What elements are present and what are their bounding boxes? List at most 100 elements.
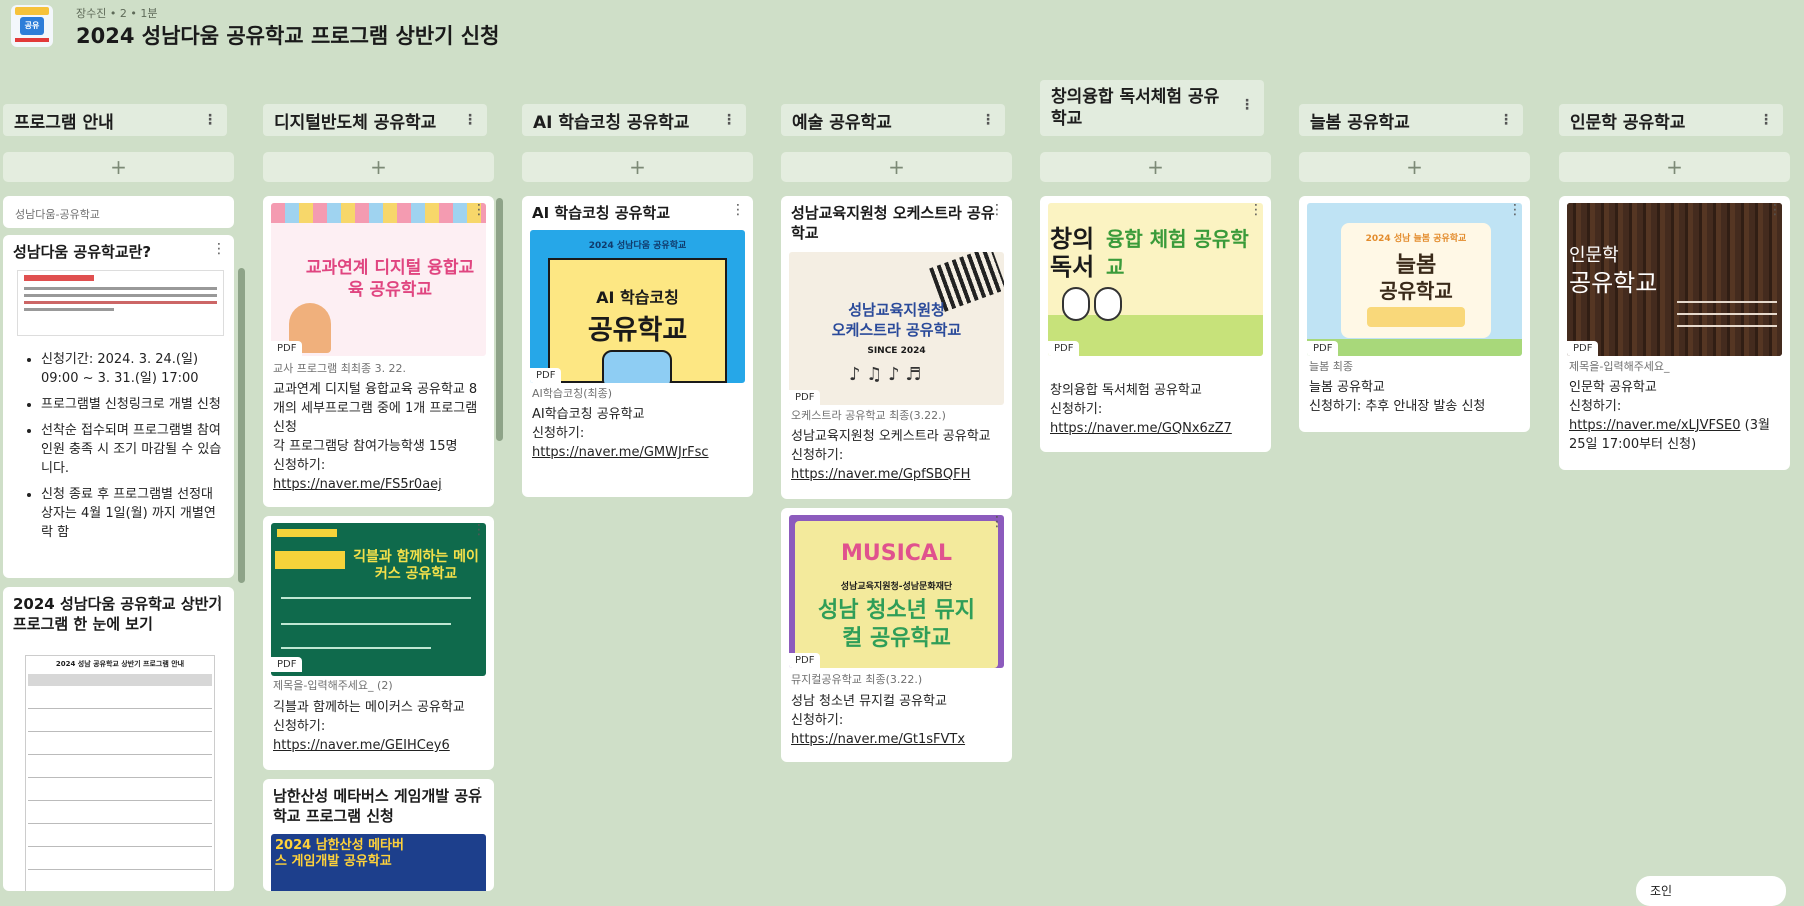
apply-link[interactable]: https://naver.me/FS5r0aej <box>273 475 484 494</box>
pdf-badge: PDF <box>1307 341 1339 356</box>
column-header[interactable]: 늘봄 공유학교 ⋮ <box>1299 104 1523 136</box>
more-icon[interactable]: ⋮ <box>212 241 226 257</box>
more-icon[interactable]: ⋮ <box>1240 94 1254 116</box>
add-post-button[interactable]: + <box>1040 152 1271 182</box>
list-item: 선착순 접수되며 프로그램별 참여 인원 충족 시 조기 마감될 수 있습니다. <box>41 421 224 478</box>
column-title: 디지털반도체 공유학교 <box>274 112 437 133</box>
list-item: 프로그램별 신청링크로 개별 신청 <box>41 395 224 414</box>
add-post-button[interactable]: + <box>522 152 753 182</box>
card-thumbnail: 긱블과 함께하는 메이커스 공유학교 PDF <box>271 523 486 676</box>
column-title: 창의융합 독서체험 공유학교 <box>1051 87 1220 129</box>
card-subtitle: 뮤지컬공유학교 최종(3.22.) <box>791 673 923 686</box>
card-title: 2024 성남다움 공유학교 상반기 프로그램 한 눈에 보기 <box>13 595 223 633</box>
add-post-button[interactable]: + <box>3 152 234 182</box>
schedule-table-thumbnail: 2024 성남 공유학교 상반기 프로그램 안내 <box>25 655 215 891</box>
column-title: AI 학습코칭 공유학교 <box>533 112 690 133</box>
card-thumbnail: 인문학 공유학교 PDF <box>1567 203 1782 356</box>
card-thumbnail: 2024 남한산성 메타버스 게임개발 공유학교 <box>271 834 486 891</box>
post-card[interactable]: ⋮ 성남다움 공유학교란? 신청기간: 2024. 3. 24.(일) 09:0… <box>3 235 234 578</box>
board-header: 공유 장수진 • 2 • 1분 2024 성남다움 공유학교 프로그램 상반기 … <box>0 0 1804 60</box>
pdf-badge: PDF <box>271 657 303 672</box>
column-header[interactable]: 인문학 공유학교 ⋮ <box>1559 104 1783 136</box>
card-subtitle: AI학습코칭(최종) <box>532 387 613 400</box>
apply-link[interactable]: https://naver.me/xLJVFSE0 <box>1569 418 1740 433</box>
table-title: 2024 성남 공유학교 상반기 프로그램 안내 <box>55 660 185 668</box>
post-card[interactable]: ⋮ 2024 성남 늘봄 공유학교 늘봄 공유학교 PDF 늘봄 최종 늘봄 공… <box>1299 196 1530 432</box>
column-header[interactable]: 예술 공유학교 ⋮ <box>781 104 1005 136</box>
card-subtitle: 교사 프로그램 최최종 3. 22. <box>273 362 407 375</box>
more-icon[interactable]: ⋮ <box>990 202 1004 218</box>
post-card[interactable]: ⋮ 인문학 공유학교 PDF 제목을-입력해주세요_ 인문학 공유학교 신청하기… <box>1559 196 1790 470</box>
apply-link[interactable]: https://naver.me/GQNx6zZ7 <box>1050 419 1261 438</box>
more-icon[interactable]: ⋮ <box>212 593 226 609</box>
pdf-badge: PDF <box>789 390 821 405</box>
post-card[interactable]: ⋮ 긱블과 함께하는 메이커스 공유학교 PDF 제목을-입력해주세요_ (2)… <box>263 516 494 770</box>
apply-link[interactable]: https://naver.me/GpfSBQFH <box>791 465 1002 484</box>
floating-chip[interactable]: 조인 <box>1636 876 1786 906</box>
more-icon[interactable]: ⋮ <box>1499 112 1513 128</box>
column-title: 프로그램 안내 <box>14 112 114 133</box>
column-title: 늘봄 공유학교 <box>1310 112 1410 133</box>
pdf-badge: PDF <box>1567 341 1599 356</box>
column-header[interactable]: 창의융합 독서체험 공유학교 ⋮ <box>1040 80 1264 136</box>
card-title: 성남다움 공유학교란? <box>13 243 152 261</box>
more-icon[interactable]: ⋮ <box>990 514 1004 530</box>
list-item: 신청 종료 후 프로그램별 선정대상자는 4월 1일(월) 까지 개별연락 함 <box>41 485 224 542</box>
more-icon[interactable]: ⋮ <box>981 112 995 128</box>
card-thumbnail: 교과연계 디지털 융합교육 공유학교 PDF <box>271 203 486 356</box>
card-thumbnail: 2024 성남다움 공유학교 AI 학습코칭 공유학교 PDF <box>530 230 745 383</box>
card-title: AI 학습코칭 공유학교 <box>532 204 671 222</box>
more-icon[interactable]: ⋮ <box>1249 202 1263 218</box>
add-post-button[interactable]: + <box>1559 152 1790 182</box>
card-subtitle: 늘봄 최종 <box>1309 360 1353 373</box>
column-scrollbar[interactable] <box>238 268 245 583</box>
post-card[interactable]: 성남다움-공유학교 <box>3 196 234 228</box>
post-card[interactable]: ⋮ 창의 독서 융합 체험 공유학교 PDF 창의융합 독서체험 공유학교 신청… <box>1040 196 1271 452</box>
more-icon[interactable]: ⋮ <box>722 112 736 128</box>
add-post-button[interactable]: + <box>781 152 1012 182</box>
more-icon[interactable]: ⋮ <box>731 202 745 218</box>
column-header[interactable]: 프로그램 안내 ⋮ <box>3 104 227 136</box>
card-title: 남한산성 메타버스 게임개발 공유학교 프로그램 신청 <box>273 787 482 825</box>
card-thumbnail: 성남교육지원청 오케스트라 공유학교 SINCE 2024 ♪ ♫ ♪ ♬ PD… <box>789 252 1004 405</box>
more-icon[interactable]: ⋮ <box>472 522 486 538</box>
more-icon[interactable]: ⋮ <box>1759 112 1773 128</box>
apply-link[interactable]: https://naver.me/GMWJrFsc <box>532 443 743 462</box>
post-card[interactable]: ⋮ 남한산성 메타버스 게임개발 공유학교 프로그램 신청 2024 남한산성 … <box>263 779 494 891</box>
apply-link[interactable]: https://naver.me/GEIHCey6 <box>273 736 484 755</box>
column-header[interactable]: 디지털반도체 공유학교 ⋮ <box>263 104 487 136</box>
card-subtitle: 제목을-입력해주세요_ (2) <box>273 679 393 692</box>
more-icon[interactable]: ⋮ <box>203 112 217 128</box>
board-title: 2024 성남다움 공유학교 프로그램 상반기 신청 <box>76 24 500 48</box>
card-subtitle: 제목을-입력해주세요_ <box>1569 360 1670 373</box>
pdf-badge: PDF <box>789 653 821 668</box>
card-title: 성남교육지원청 오케스트라 공유학교 <box>791 204 995 242</box>
post-card[interactable]: ⋮ 2024 성남다움 공유학교 상반기 프로그램 한 눈에 보기 2024 성… <box>3 587 234 891</box>
info-list: 신청기간: 2024. 3. 24.(일) 09:00 ~ 3. 31.(일) … <box>41 350 224 542</box>
card-thumbnail: 창의 독서 융합 체험 공유학교 PDF <box>1048 203 1263 356</box>
add-post-button[interactable]: + <box>1299 152 1530 182</box>
post-card[interactable]: ⋮ 성남교육지원청 오케스트라 공유학교 성남교육지원청 오케스트라 공유학교 … <box>781 196 1012 499</box>
card-thumbnail <box>17 270 224 336</box>
more-icon[interactable]: ⋮ <box>472 785 486 801</box>
column-title: 예술 공유학교 <box>792 112 892 133</box>
post-card[interactable]: ⋮ 교과연계 디지털 융합교육 공유학교 PDF 교사 프로그램 최최종 3. … <box>263 196 494 507</box>
board-logo: 공유 <box>11 5 53 47</box>
post-card[interactable]: ⋮ AI 학습코칭 공유학교 2024 성남다움 공유학교 AI 학습코칭 공유… <box>522 196 753 497</box>
more-icon[interactable]: ⋮ <box>1508 202 1522 218</box>
more-icon[interactable]: ⋮ <box>463 112 477 128</box>
apply-link[interactable]: https://naver.me/Gt1sFVTx <box>791 730 1002 749</box>
add-post-button[interactable]: + <box>263 152 494 182</box>
card-subtitle: 오케스트라 공유학교 최종(3.22.) <box>791 409 946 422</box>
card-thumbnail: 2024 성남 늘봄 공유학교 늘봄 공유학교 PDF <box>1307 203 1522 356</box>
pdf-badge: PDF <box>1048 341 1080 356</box>
column-header[interactable]: AI 학습코칭 공유학교 ⋮ <box>522 104 746 136</box>
column-scrollbar[interactable] <box>496 198 503 441</box>
board-meta: 장수진 • 2 • 1분 <box>76 7 158 20</box>
more-icon[interactable]: ⋮ <box>472 202 486 218</box>
card-label: 성남다움-공유학교 <box>15 208 100 221</box>
card-thumbnail: MUSICAL 성남교육지원청-성남문화재단 성남 청소년 뮤지컬 공유학교 P… <box>789 515 1004 668</box>
list-item: 신청기간: 2024. 3. 24.(일) 09:00 ~ 3. 31.(일) … <box>41 350 224 388</box>
more-icon[interactable]: ⋮ <box>1768 202 1782 218</box>
post-card[interactable]: ⋮ MUSICAL 성남교육지원청-성남문화재단 성남 청소년 뮤지컬 공유학교… <box>781 508 1012 762</box>
